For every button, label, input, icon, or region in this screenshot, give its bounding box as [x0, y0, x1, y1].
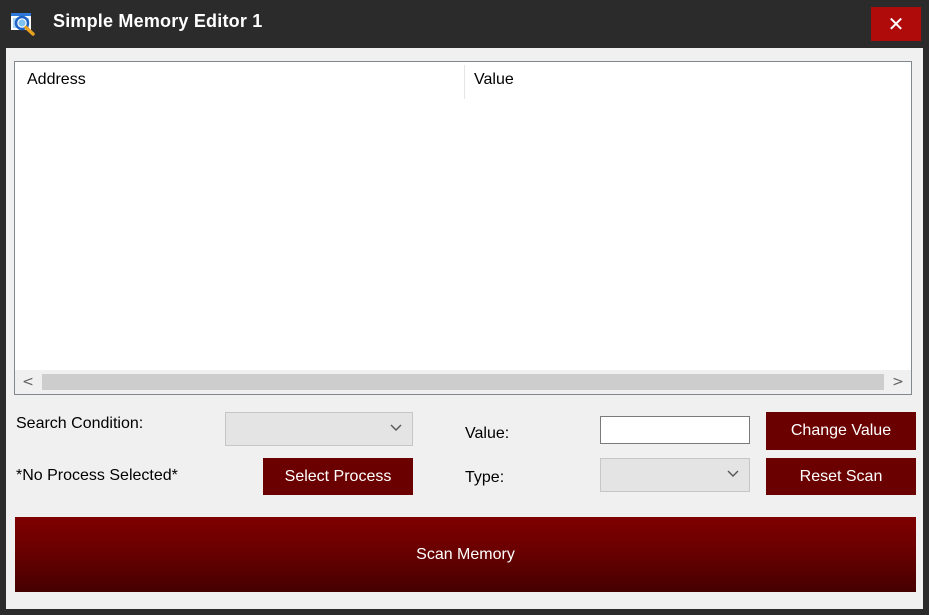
horizontal-scrollbar[interactable]: < > — [15, 370, 911, 394]
window-client-area: Address Value < > Search Condition: Valu… — [6, 48, 923, 609]
scroll-right-icon[interactable]: > — [885, 370, 911, 394]
column-header-address[interactable]: Address — [27, 71, 86, 89]
search-condition-dropdown[interactable] — [225, 412, 413, 446]
memory-results-list[interactable]: Address Value < > — [14, 61, 912, 395]
column-header-value[interactable]: Value — [474, 71, 514, 89]
chevron-down-icon — [727, 470, 739, 477]
process-status-label: *No Process Selected* — [16, 467, 178, 484]
list-header: Address Value — [15, 62, 911, 99]
close-button[interactable]: ✕ — [871, 7, 921, 41]
scrollbar-thumb[interactable] — [42, 374, 884, 390]
reset-scan-button[interactable]: Reset Scan — [766, 458, 916, 495]
value-label: Value: — [465, 425, 510, 442]
scroll-left-icon[interactable]: < — [15, 370, 41, 394]
search-condition-label: Search Condition: — [16, 415, 144, 432]
type-label: Type: — [465, 469, 505, 486]
column-separator[interactable] — [464, 65, 465, 99]
change-value-button[interactable]: Change Value — [766, 412, 916, 450]
title-bar: Simple Memory Editor 1 ✕ — [0, 0, 929, 48]
chevron-down-icon — [390, 424, 402, 431]
window-title: Simple Memory Editor 1 — [53, 11, 263, 31]
scan-memory-button[interactable]: Scan Memory — [15, 517, 916, 592]
type-dropdown[interactable] — [600, 458, 750, 492]
select-process-button[interactable]: Select Process — [263, 458, 413, 495]
close-icon: ✕ — [887, 12, 905, 36]
magnifier-window-icon — [11, 13, 35, 36]
value-input[interactable] — [600, 416, 750, 444]
